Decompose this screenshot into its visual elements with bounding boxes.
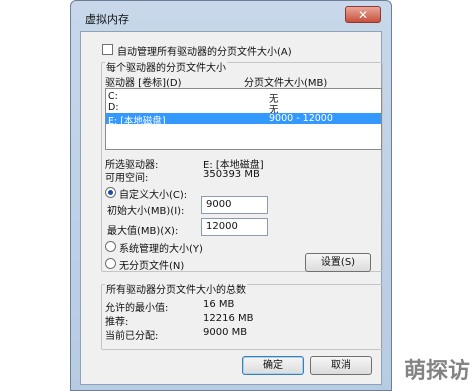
close-button[interactable]: ✕ [345,6,381,23]
initial-size-label: 初始大小(MB)(I): [107,206,185,217]
cancel-button[interactable]: 取消 [310,356,372,375]
system-managed-radio[interactable] [105,241,116,252]
auto-manage-checkbox[interactable] [102,44,113,55]
title-bar[interactable]: 虚拟内存 ✕ [71,1,391,31]
recommended-label: 推荐: [105,317,129,328]
watermark-logo: 萌探访 [403,359,470,384]
allocated-label: 当前已分配: [105,331,159,342]
drive-row[interactable]: D: 无 [106,102,381,116]
no-paging-radio[interactable] [105,258,116,269]
min-allowed-value: 16 MB [203,299,235,310]
custom-size-radio[interactable] [105,187,116,198]
totals-group-title: 所有驱动器分页文件大小的总数 [105,281,247,296]
max-size-input[interactable]: 12000 [201,218,268,236]
no-paging-label[interactable]: 无分页文件(N) [119,257,184,272]
custom-size-label[interactable]: 自定义大小(C): [119,186,187,201]
window-title: 虚拟内存 [85,13,129,26]
max-size-label: 最大值(MB)(X): [107,226,179,237]
dialog-body: 自动管理所有驱动器的分页文件大小(A) 每个驱动器的分页文件大小 驱动器 [卷标… [80,31,383,385]
drive-row[interactable]: C: 无 [106,91,381,105]
size-column-header: 分页文件大小(MB) [244,78,328,89]
recommended-value: 12216 MB [203,313,254,324]
drive-list[interactable]: C: 无 D: 无 E: [本地磁盘] 9000 - 12000 [105,88,382,150]
close-icon: ✕ [357,8,369,22]
virtual-memory-dialog: 虚拟内存 ✕ 自动管理所有驱动器的分页文件大小(A) 每个驱动器的分页文件大小 … [70,0,392,391]
drive-letter: E: [本地磁盘] [108,116,166,127]
drive-letter: C: [108,91,118,102]
drive-letter: D: [108,102,119,113]
free-space-label: 可用空间: [105,173,149,184]
allocated-value: 9000 MB [203,327,248,338]
set-button[interactable]: 设置(S) [305,253,371,272]
drive-column-header: 驱动器 [卷标](D) [105,78,182,89]
free-space-value: 350393 MB [203,169,260,180]
drive-size: 9000 - 12000 [269,113,333,124]
min-allowed-label: 允许的最小值: [105,303,169,314]
system-managed-label[interactable]: 系统管理的大小(Y) [119,240,203,255]
initial-size-input[interactable]: 9000 [201,196,268,214]
ok-button[interactable]: 确定 [242,356,304,375]
auto-manage-label[interactable]: 自动管理所有驱动器的分页文件大小(A) [117,43,292,58]
per-drive-group-title: 每个驱动器的分页文件大小 [105,59,227,74]
drive-row-selected[interactable]: E: [本地磁盘] 9000 - 12000 [106,113,381,127]
